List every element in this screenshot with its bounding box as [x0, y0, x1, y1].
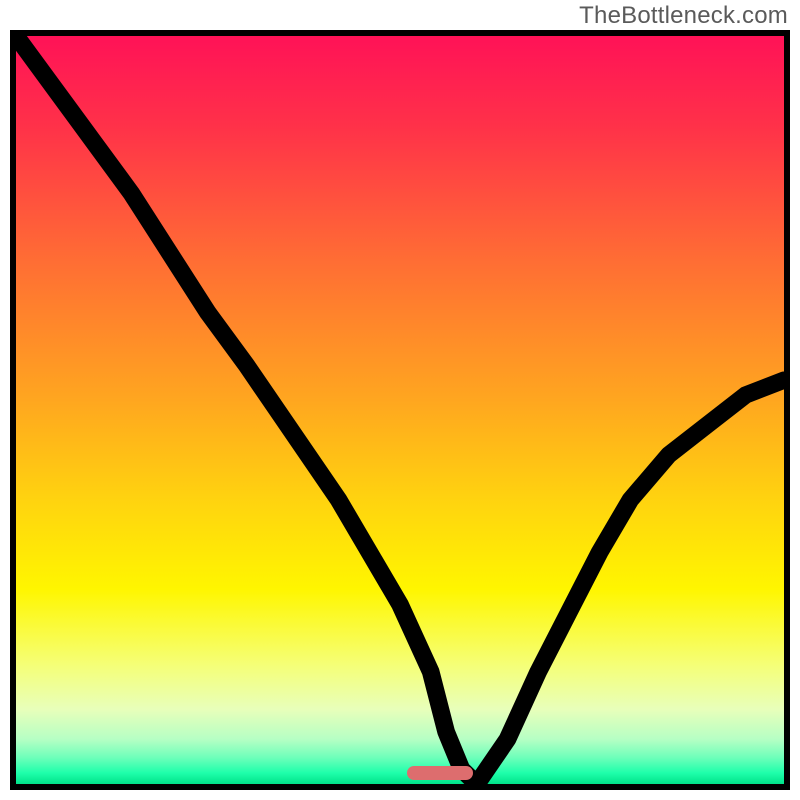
optimal-range-marker [407, 766, 472, 780]
watermark-text: TheBottleneck.com [579, 2, 788, 30]
chart-inner [16, 36, 784, 784]
chart-frame [10, 30, 790, 790]
bottleneck-curve [16, 36, 784, 784]
